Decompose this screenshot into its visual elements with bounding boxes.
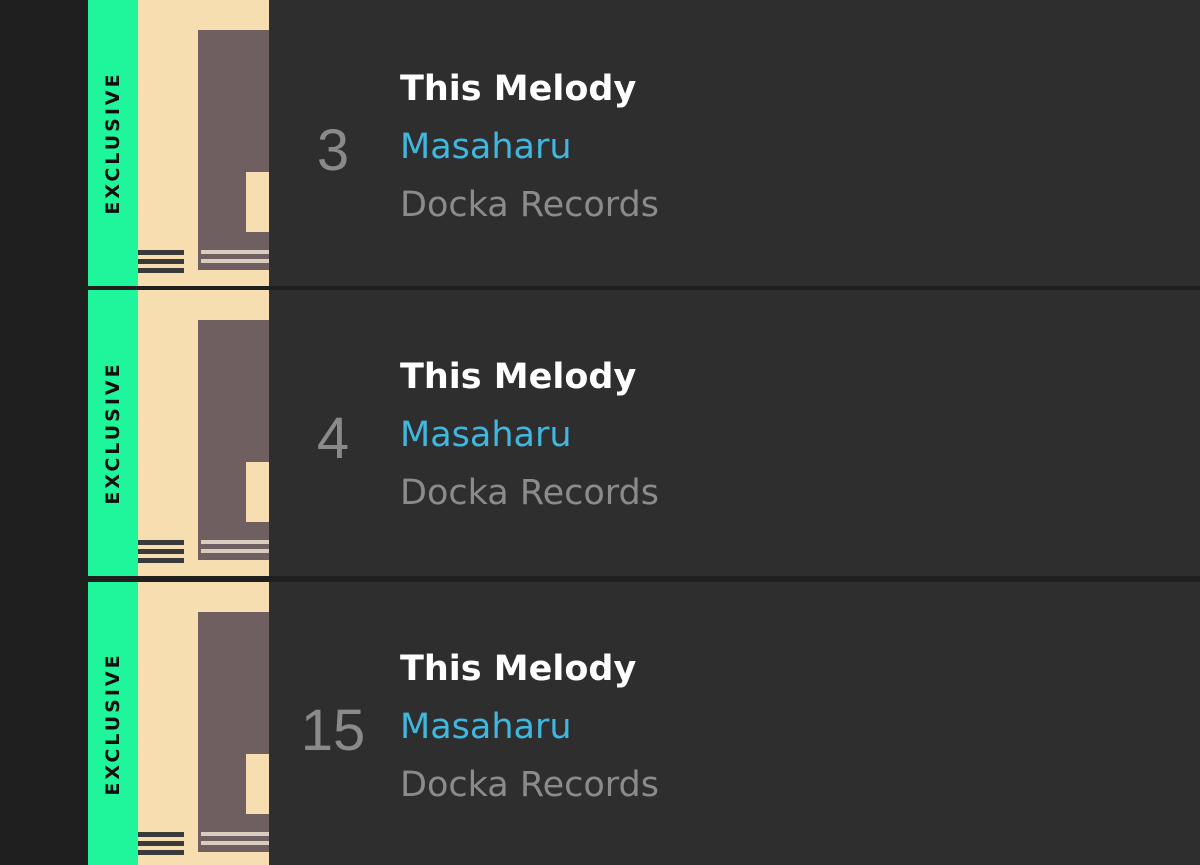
cover-block [246, 172, 269, 232]
cover-credits [201, 540, 269, 570]
album-art[interactable]: EXCLUSIVE [88, 290, 269, 576]
cover-panel [198, 30, 269, 270]
exclusive-badge: EXCLUSIVE [88, 290, 138, 576]
track-title[interactable]: This Melody [400, 70, 636, 109]
row-gutter [0, 582, 88, 865]
track-title[interactable]: This Melody [400, 358, 636, 397]
track-list: EXCLUSIVE 3 This Melody Masaharu Docka R… [0, 0, 1200, 865]
cover-credits [201, 250, 269, 280]
record-label-logo [138, 832, 184, 864]
track-label-link[interactable]: Docka Records [400, 474, 659, 513]
album-art[interactable]: EXCLUSIVE [88, 582, 269, 865]
exclusive-badge-label: EXCLUSIVE [102, 71, 124, 215]
track-row[interactable]: EXCLUSIVE 4 This Melody Masaharu Docka R… [0, 290, 1200, 576]
record-label-logo [138, 250, 184, 282]
track-rank: 3 [316, 118, 350, 183]
track-row[interactable]: EXCLUSIVE 15 This Melody Masaharu Docka … [0, 582, 1200, 865]
album-art[interactable]: EXCLUSIVE [88, 0, 269, 286]
exclusive-badge-label: EXCLUSIVE [102, 361, 124, 505]
row-gutter [0, 290, 88, 576]
exclusive-badge: EXCLUSIVE [88, 582, 138, 865]
track-rank: 15 [300, 698, 366, 763]
row-gutter [0, 0, 88, 286]
track-title[interactable]: This Melody [400, 650, 636, 689]
track-rank: 4 [316, 406, 350, 471]
track-label-link[interactable]: Docka Records [400, 766, 659, 805]
track-artist-link[interactable]: Masaharu [400, 416, 572, 455]
cover-panel [198, 320, 269, 560]
cover-credits [201, 832, 269, 862]
track-label-link[interactable]: Docka Records [400, 186, 659, 225]
cover-block [246, 754, 269, 814]
cover-panel [198, 612, 269, 852]
track-row[interactable]: EXCLUSIVE 3 This Melody Masaharu Docka R… [0, 0, 1200, 286]
record-label-logo [138, 540, 184, 572]
exclusive-badge-label: EXCLUSIVE [102, 651, 124, 796]
track-artist-link[interactable]: Masaharu [400, 128, 572, 167]
exclusive-badge: EXCLUSIVE [88, 0, 138, 286]
track-artist-link[interactable]: Masaharu [400, 708, 572, 747]
cover-block [246, 462, 269, 522]
